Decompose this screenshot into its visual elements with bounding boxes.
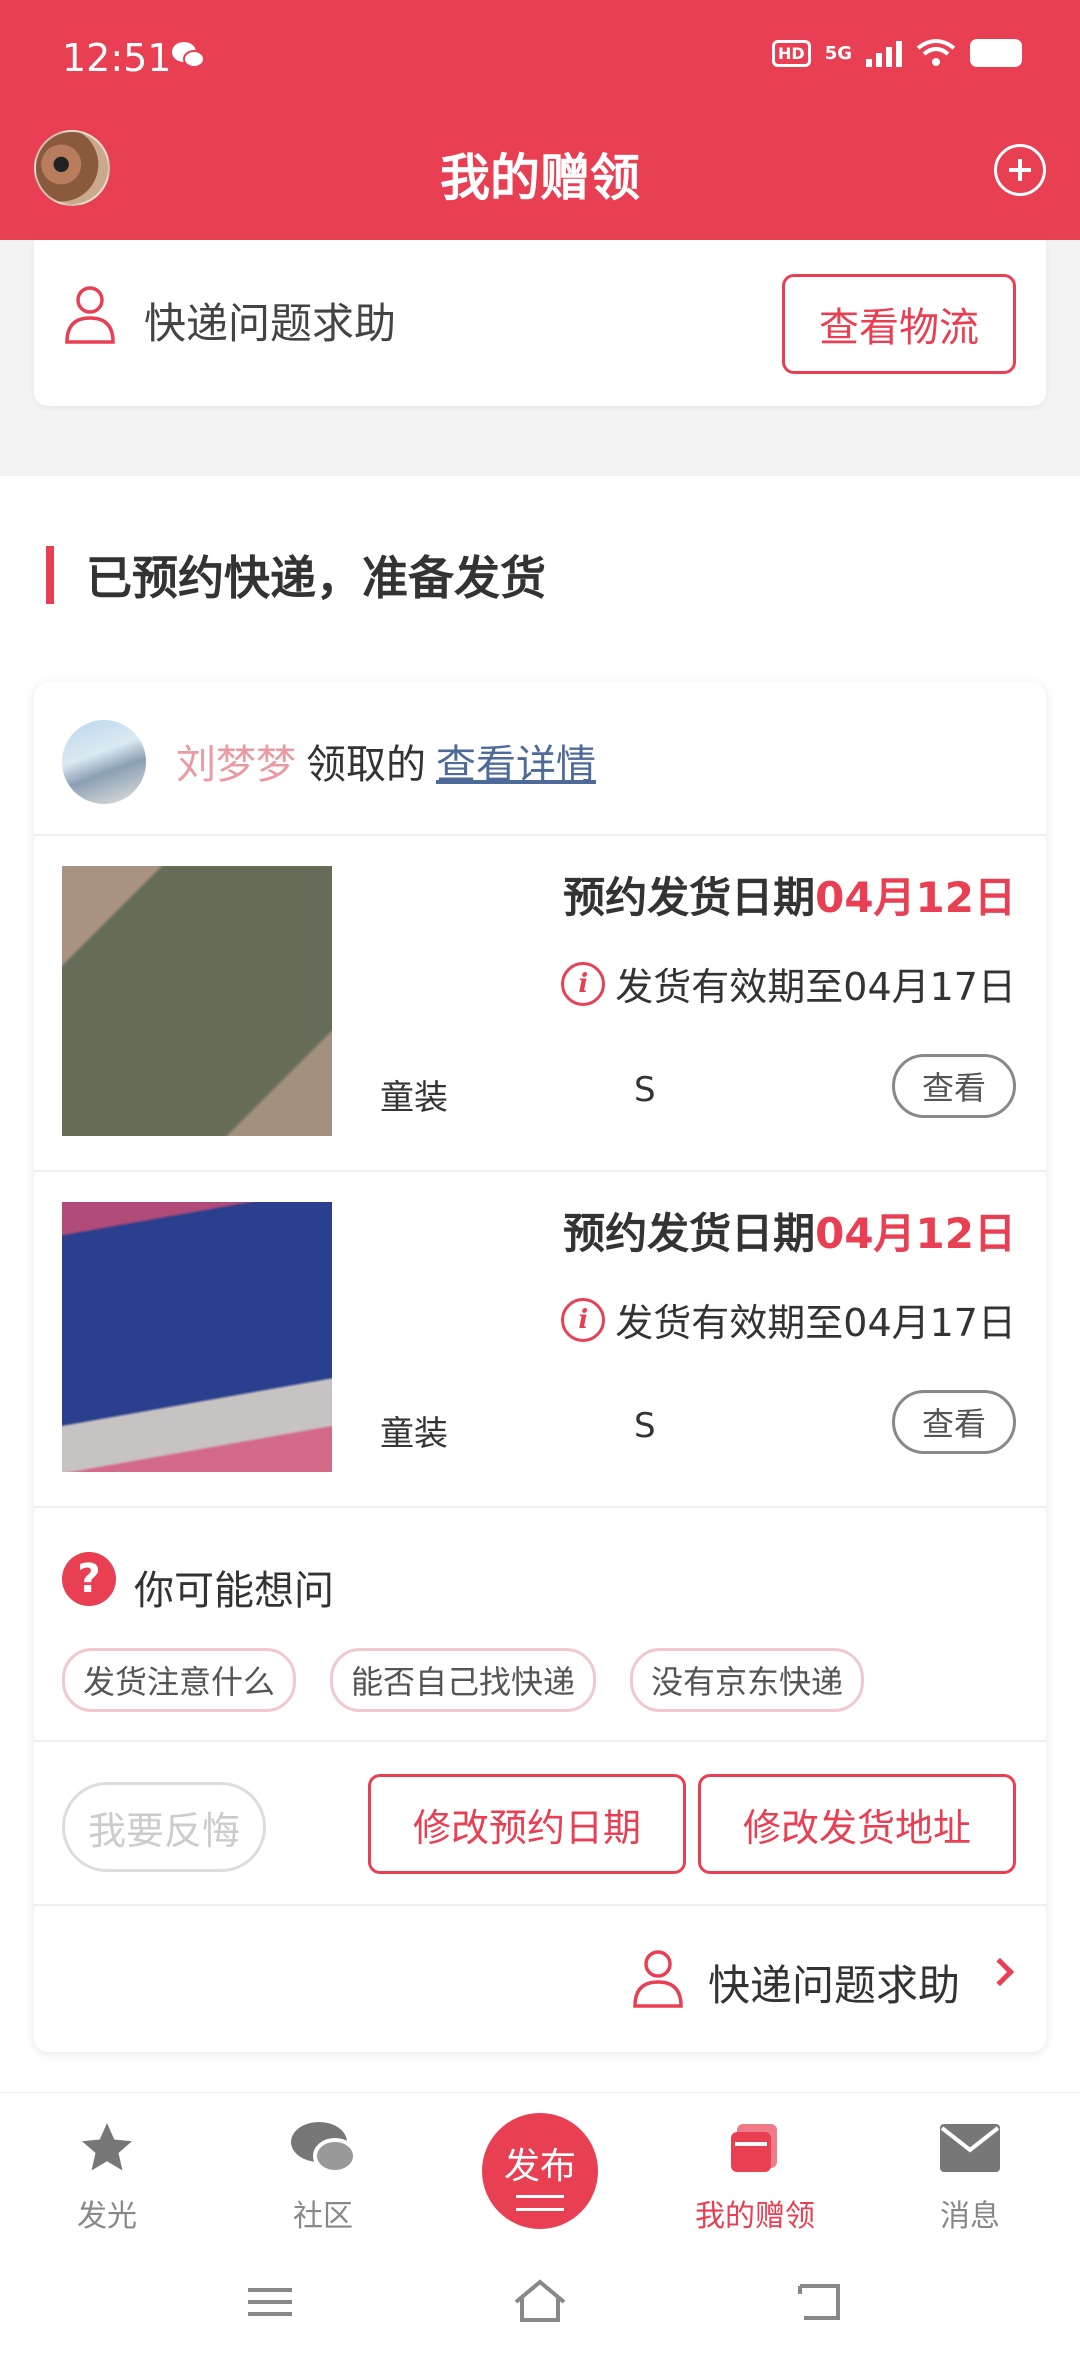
- view-logistics-button[interactable]: 查看物流: [782, 274, 1016, 374]
- view-item-button[interactable]: 查看: [892, 1390, 1016, 1454]
- battery-icon: [970, 39, 1022, 67]
- ship-date-value: 04月12日: [815, 1209, 1016, 1258]
- back-icon[interactable]: [790, 2272, 850, 2332]
- express-help-card: 快递问题求助 查看物流: [34, 240, 1046, 406]
- claimer-name[interactable]: 刘梦梦: [176, 742, 296, 788]
- tab-label: 发光: [77, 2199, 137, 2234]
- home-icon[interactable]: [510, 2272, 570, 2332]
- claim-line: 刘梦梦 领取的 查看详情: [176, 732, 596, 790]
- tab-community[interactable]: 社区: [233, 2113, 413, 2235]
- wechat-notification-icon: [172, 42, 205, 68]
- tab-my-gifts[interactable]: 我的赠领: [665, 2113, 845, 2235]
- page-title: 我的赠领: [440, 149, 640, 207]
- wifi-icon: [916, 39, 956, 66]
- express-help-row[interactable]: 快递问题求助: [34, 1906, 1046, 2052]
- validity: i 发货有效期至04月17日: [561, 956, 1016, 1011]
- publish-label: 发布: [503, 2146, 576, 2187]
- chat-bubble-icon: [233, 2113, 413, 2183]
- publish-button[interactable]: 发布: [482, 2113, 598, 2229]
- chevron-right-icon: [985, 1957, 1015, 1987]
- regret-button[interactable]: 我要反悔: [62, 1782, 266, 1872]
- tab-label: 我的赠领: [695, 2199, 815, 2234]
- order-section: 已预约快递，准备发货 刘梦梦 领取的 查看详情 预约发货日期04月12日 i 发货有…: [0, 476, 1080, 2092]
- express-help-text[interactable]: 快递问题求助: [144, 290, 396, 351]
- claim-suffix: 领取的: [306, 742, 426, 788]
- view-details-link[interactable]: 查看详情: [436, 742, 596, 788]
- change-address-button[interactable]: 修改发货地址: [698, 1774, 1016, 1874]
- express-help-text[interactable]: 快递问题求助: [708, 1952, 960, 2013]
- validity-text: 发货有效期至04月17日: [615, 1301, 1016, 1345]
- ship-date-label: 预约发货日期: [563, 1209, 816, 1258]
- tab-glow[interactable]: 发光: [17, 2113, 197, 2235]
- status-time: 12:51: [62, 36, 172, 80]
- publish-icon: [516, 2195, 564, 2211]
- star-icon: [17, 2113, 197, 2183]
- faq-section: ? 你可能想问 发货注意什么 能否自己找快递 没有京东快递: [34, 1508, 1046, 1742]
- order-header: 刘梦梦 领取的 查看详情: [34, 682, 1046, 836]
- faq-tags: 发货注意什么 能否自己找快递 没有京东快递: [62, 1648, 865, 1712]
- mail-icon: [880, 2113, 1060, 2183]
- hd-badge: HD: [772, 39, 811, 67]
- item-photo[interactable]: [62, 866, 332, 1136]
- order-item[interactable]: 预约发货日期04月12日 i 发货有效期至04月17日 童装 S 查看: [34, 836, 1046, 1172]
- tab-label: 社区: [293, 2199, 353, 2234]
- tab-messages[interactable]: 消息: [880, 2113, 1060, 2235]
- validity: i 发货有效期至04月17日: [561, 1292, 1016, 1347]
- bottom-tab-bar: 发光 社区 发布 我的赠领 消息: [0, 2092, 1080, 2242]
- item-category: 童装: [380, 1414, 448, 1454]
- ship-date-value: 04月12日: [815, 873, 1016, 922]
- person-icon: [65, 286, 115, 344]
- order-actions: 我要反悔 修改预约日期 修改发货地址: [34, 1742, 1046, 1906]
- order-item[interactable]: 预约发货日期04月12日 i 发货有效期至04月17日 童装 S 查看: [34, 1172, 1046, 1508]
- section-title: 已预约快递，准备发货: [86, 551, 546, 605]
- change-date-button[interactable]: 修改预约日期: [368, 1774, 686, 1874]
- add-icon[interactable]: [994, 144, 1046, 196]
- claimer-avatar[interactable]: [62, 720, 146, 804]
- faq-title: 你可能想问: [134, 1568, 334, 1614]
- section-accent-bar: [46, 546, 54, 604]
- item-photo[interactable]: [62, 1202, 332, 1472]
- faq-tag[interactable]: 发货注意什么: [62, 1648, 297, 1712]
- system-navigation-bar: [0, 2242, 1080, 2376]
- ship-date: 预约发货日期04月12日: [563, 864, 1016, 925]
- validity-text: 发货有效期至04月17日: [615, 965, 1016, 1009]
- faq-tag[interactable]: 能否自己找快递: [330, 1648, 597, 1712]
- ship-date: 预约发货日期04月12日: [563, 1200, 1016, 1261]
- app-header: 12:51 HD 5G 我的赠领: [0, 0, 1080, 240]
- ship-date-label: 预约发货日期: [563, 873, 816, 922]
- status-indicators: HD 5G: [772, 38, 1022, 68]
- menu-icon[interactable]: [240, 2272, 300, 2332]
- tab-label: 消息: [940, 2199, 1000, 2234]
- info-icon: i: [561, 1297, 606, 1342]
- question-icon: ?: [62, 1552, 116, 1606]
- item-size: S: [634, 1070, 656, 1110]
- item-size: S: [634, 1406, 656, 1446]
- nav-bar: 我的赠领: [0, 120, 1080, 220]
- faq-tag[interactable]: 没有京东快递: [630, 1648, 865, 1712]
- order-card: 刘梦梦 领取的 查看详情 预约发货日期04月12日 i 发货有效期至04月17日 童…: [34, 682, 1046, 2052]
- status-bar: 12:51 HD 5G: [0, 30, 1080, 90]
- view-item-button[interactable]: 查看: [892, 1054, 1016, 1118]
- network-label: 5G: [824, 42, 852, 64]
- info-icon: i: [561, 961, 606, 1006]
- person-icon: [633, 1950, 683, 2008]
- signal-icon: [866, 41, 902, 67]
- item-category: 童装: [380, 1078, 448, 1118]
- gift-box-icon: [665, 2113, 845, 2183]
